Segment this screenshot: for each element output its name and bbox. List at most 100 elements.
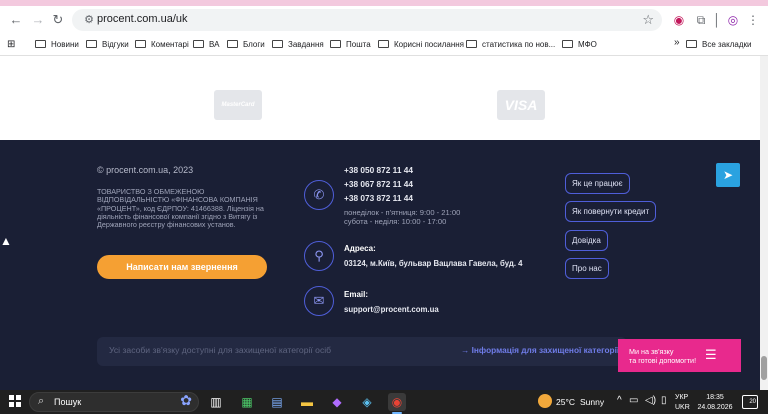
bookmark-item[interactable]: Коментарі xyxy=(135,38,189,52)
mastercard-logo: MasterCard xyxy=(214,90,262,120)
scrollbar-thumb[interactable] xyxy=(761,356,767,380)
folder-icon xyxy=(86,40,97,48)
link-about[interactable]: Про нас xyxy=(565,258,609,279)
temperature[interactable]: 25°C xyxy=(556,397,575,407)
chat-icon: ☰ xyxy=(705,347,717,362)
folder-icon xyxy=(35,40,46,48)
search-highlight-icon: ✿ xyxy=(180,392,192,408)
browser-toolbar: ← → ↻ ⚙ procent.com.ua/uk ☆ ◉ ⧉ │ ◎ ⋮ xyxy=(0,6,768,34)
copilot-icon[interactable]: ◆ xyxy=(328,393,346,411)
bookmark-item[interactable]: Корисні посилання xyxy=(378,38,464,52)
extensions-puzzle-icon[interactable]: ⧉ xyxy=(694,13,708,27)
link-help[interactable]: Довідка xyxy=(565,230,608,251)
bookmark-label: Пошта xyxy=(346,40,371,49)
bookmark-label: Коментарі xyxy=(151,40,189,49)
write-appeal-button[interactable]: Написати нам звернення xyxy=(97,255,267,279)
legal-text: ТОВАРИСТВО З ОБМЕЖЕНОЮ ВІДПОВІДАЛЬНІСТЮ … xyxy=(97,187,264,230)
bookmarks-bar: ⊞ Новини Відгуки Коментарі ВА Блоги Завд… xyxy=(0,34,768,56)
email-icon: ✉ xyxy=(304,286,334,316)
folder-icon xyxy=(562,40,573,48)
bookmark-label: Завдання xyxy=(288,40,324,49)
folder-icon xyxy=(378,40,389,48)
bookmark-label: Корисні посилання xyxy=(394,40,464,49)
email-title: Email: xyxy=(344,290,369,299)
bookmark-item[interactable]: статистика по нов... xyxy=(466,38,555,52)
bookmark-item[interactable]: ВА xyxy=(193,38,219,52)
volume-icon[interactable]: ◁) xyxy=(645,395,656,406)
language-bottom[interactable]: UKR xyxy=(675,404,690,411)
all-bookmarks-label: Все закладки xyxy=(702,40,752,49)
bookmark-label: МФО xyxy=(578,40,597,49)
copyright-text: © procent.com.ua, 2023 xyxy=(97,165,194,175)
menu-dots-icon[interactable]: ⋮ xyxy=(746,13,760,27)
bookmark-item[interactable]: Пошта xyxy=(330,38,371,52)
link-how-to-repay[interactable]: Як повернути кредит xyxy=(565,201,657,222)
network-icon[interactable]: ▭ xyxy=(629,395,638,406)
chrome-icon[interactable]: ◉ xyxy=(388,393,406,411)
taskbar-search[interactable]: ⌕ Пошук ✿ xyxy=(29,392,199,412)
language-top[interactable]: УКР xyxy=(675,394,688,401)
search-placeholder: Пошук xyxy=(54,397,82,407)
bookmark-label: статистика по нов... xyxy=(482,40,556,49)
folder-icon xyxy=(272,40,283,48)
windows-taskbar: ⌕ Пошук ✿ ▥ ▦ ▤ ▬ ◆ ◈ ◉ 25°C Sunny ^ ▭ ◁… xyxy=(0,390,768,414)
phone-number[interactable]: +38 050 872 11 44 xyxy=(344,165,413,175)
calculator-icon[interactable]: ▤ xyxy=(268,393,286,411)
bookmark-item[interactable]: МФО xyxy=(562,38,597,52)
profile-icon[interactable]: ◎ xyxy=(726,13,740,27)
mouse-cursor-icon: ▲ xyxy=(0,234,12,248)
clock-date[interactable]: 24.08.2026 xyxy=(697,404,733,411)
task-view-icon[interactable]: ▥ xyxy=(207,393,225,411)
apps-grid-icon[interactable]: ⊞ xyxy=(7,38,15,52)
help-line-2: та готові допомогти! xyxy=(629,356,697,365)
folder-icon xyxy=(193,40,204,48)
address-title: Адреса: xyxy=(344,244,376,253)
bookmark-label: Блоги xyxy=(243,40,265,49)
bookmark-item[interactable]: Новини xyxy=(35,38,79,52)
notifications-icon[interactable]: 20 xyxy=(742,395,758,409)
search-icon: ⌕ xyxy=(38,395,45,407)
windows-start-icon[interactable] xyxy=(9,395,21,407)
weather-sun-icon[interactable] xyxy=(538,394,552,408)
weather-condition[interactable]: Sunny xyxy=(580,397,604,407)
page-scrollbar[interactable] xyxy=(760,56,768,390)
back-icon[interactable]: ← xyxy=(8,12,24,28)
bookmark-star-icon[interactable]: ☆ xyxy=(642,12,654,28)
battery-icon[interactable]: ▯ xyxy=(661,395,667,406)
app-icon[interactable]: ◈ xyxy=(358,393,376,411)
phone-number[interactable]: +38 067 872 11 44 xyxy=(344,179,413,189)
more-bookmarks-button[interactable]: » xyxy=(674,36,680,50)
bookmark-label: ВА xyxy=(209,40,220,49)
bookmark-label: Відгуки xyxy=(102,40,129,49)
extension-icon[interactable]: ◉ xyxy=(672,13,686,27)
link-how-it-works[interactable]: Як це працює xyxy=(565,173,630,194)
email-link[interactable]: support@procent.com.ua xyxy=(344,305,439,314)
protected-category-link[interactable]: → Інформація для захищеної категорії xyxy=(461,345,619,355)
all-bookmarks[interactable]: Все закладки xyxy=(686,38,751,52)
help-chat-widget[interactable]: Ми на зв'язку та готові допомогти! ☰ xyxy=(618,339,741,372)
phone-icon: ✆ xyxy=(304,180,334,210)
phone-number[interactable]: +38 073 872 11 44 xyxy=(344,193,413,203)
protected-category-notice: Усі засоби зв'язку доступні для захищено… xyxy=(97,337,627,366)
folder-icon xyxy=(330,40,341,48)
address-bar[interactable]: ⚙ procent.com.ua/uk ☆ xyxy=(72,9,662,31)
sidebar-divider-icon: │ xyxy=(713,13,721,27)
help-line-1: Ми на зв'язку xyxy=(629,347,674,356)
bookmark-item[interactable]: Відгуки xyxy=(86,38,129,52)
store-icon[interactable]: ▦ xyxy=(238,393,256,411)
folder-icon xyxy=(135,40,146,48)
site-info-icon[interactable]: ⚙ xyxy=(82,13,96,27)
address-text: 03124, м.Київ, бульвар Вацлава Гавела, б… xyxy=(344,259,523,268)
visa-logo: VISA xyxy=(497,90,545,120)
telegram-icon[interactable]: ➤ xyxy=(716,163,740,187)
bookmark-item[interactable]: Блоги xyxy=(227,38,265,52)
folder-icon xyxy=(686,40,697,48)
forward-icon[interactable]: → xyxy=(30,12,46,28)
tray-overflow-icon[interactable]: ^ xyxy=(617,395,622,406)
bookmark-item[interactable]: Завдання xyxy=(272,38,324,52)
url-text: procent.com.ua/uk xyxy=(97,13,188,25)
schedule-weekend: субота - неділя: 10:00 - 17:00 xyxy=(344,217,447,226)
clock-time[interactable]: 18:35 xyxy=(697,394,733,401)
reload-icon[interactable]: ↻ xyxy=(50,12,66,28)
file-explorer-icon[interactable]: ▬ xyxy=(298,393,316,411)
